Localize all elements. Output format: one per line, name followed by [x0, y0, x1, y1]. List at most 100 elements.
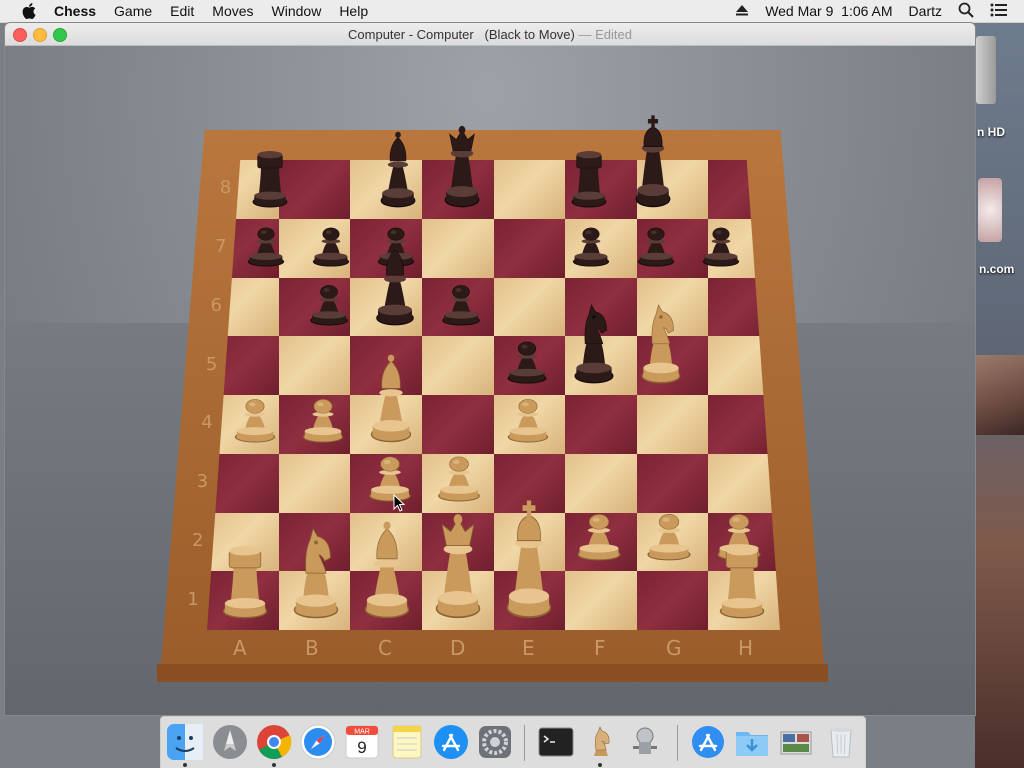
- window-title: Computer - Computer (Black to Move) — Ed…: [5, 27, 975, 42]
- screenshot-stack-icon[interactable]: [777, 723, 815, 761]
- white-queen-d1[interactable]: [429, 511, 487, 619]
- spotlight-icon[interactable]: [958, 2, 974, 21]
- menu-moves[interactable]: Moves: [212, 3, 253, 19]
- black-pawn-d6[interactable]: [436, 268, 485, 326]
- board-rim: [157, 664, 828, 682]
- file-label-d: D: [450, 636, 466, 660]
- system-preferences-icon[interactable]: [476, 723, 514, 761]
- menu-help[interactable]: Help: [339, 3, 368, 19]
- chess-app-icon[interactable]: [581, 723, 619, 761]
- board-rank-row: [207, 160, 780, 219]
- file-label-f: F: [594, 636, 606, 660]
- black-pawn-b7[interactable]: [308, 212, 355, 267]
- black-pawn-a7[interactable]: [243, 212, 290, 267]
- board-rank-row: [207, 336, 780, 395]
- black-bishop-c8[interactable]: [375, 131, 420, 208]
- white-pawn-b4[interactable]: [297, 382, 349, 443]
- black-pawn-h7[interactable]: [697, 212, 744, 267]
- notification-center-icon[interactable]: [990, 3, 1008, 20]
- white-king-e1[interactable]: [500, 500, 558, 620]
- menu-edit[interactable]: Edit: [170, 3, 194, 19]
- desktop-label-com: n.com: [979, 262, 1015, 276]
- white-knight-b1[interactable]: [287, 525, 345, 620]
- window-titlebar[interactable]: Computer - Computer (Black to Move) — Ed…: [5, 23, 975, 46]
- white-rook-h1[interactable]: [714, 538, 772, 619]
- app-store-icon[interactable]: [432, 723, 470, 761]
- square-g1[interactable]: [636, 571, 709, 630]
- file-label-g: G: [666, 636, 682, 660]
- rank-label-3: 3: [196, 471, 209, 493]
- rank-label-2: 2: [191, 529, 204, 551]
- terminal-icon[interactable]: [537, 723, 575, 761]
- menu-window[interactable]: Window: [272, 3, 322, 19]
- black-rook-a8[interactable]: [247, 145, 292, 209]
- dock: MAR 9: [160, 716, 866, 768]
- finder-icon[interactable]: [166, 723, 204, 761]
- chrome-icon[interactable]: [255, 723, 293, 761]
- menu-user[interactable]: Dartz: [909, 3, 942, 19]
- svg-text:MAR: MAR: [354, 729, 370, 736]
- white-bishop-c1[interactable]: [358, 521, 416, 619]
- desktop-label-hd: n HD: [977, 125, 1005, 139]
- menu-game[interactable]: Game: [114, 3, 152, 19]
- black-pawn-e5[interactable]: [502, 325, 552, 384]
- black-bishop-c6[interactable]: [370, 243, 419, 326]
- black-rook-f8[interactable]: [567, 145, 612, 209]
- square-e7[interactable]: [493, 218, 566, 278]
- window-edited-indicator: — Edited: [574, 27, 632, 42]
- trash-icon[interactable]: [822, 723, 860, 761]
- eject-icon[interactable]: [735, 3, 749, 19]
- safari-icon[interactable]: [299, 723, 337, 761]
- menu-bar: Chess Game Edit Moves Window Help Wed Ma…: [0, 0, 1024, 23]
- square-e8[interactable]: [493, 160, 566, 219]
- black-king-g8[interactable]: [631, 115, 676, 208]
- white-knight-g5[interactable]: [636, 301, 686, 384]
- file-label-h: H: [738, 636, 754, 660]
- downloads-folder-icon[interactable]: [733, 723, 771, 761]
- menu-clock[interactable]: Wed Mar 9 1:06 AM: [765, 3, 892, 19]
- desktop-wallpaper-mountain: [976, 355, 1024, 435]
- black-pawn-f7[interactable]: [567, 212, 614, 267]
- white-pawn-c3[interactable]: [363, 438, 417, 502]
- rank-label-6: 6: [210, 294, 222, 316]
- running-indicator: [598, 763, 602, 767]
- applications-folder-icon[interactable]: [689, 723, 727, 761]
- white-bishop-c4[interactable]: [365, 354, 417, 443]
- board-rank-row: [207, 277, 780, 337]
- white-pawn-e4[interactable]: [501, 382, 553, 443]
- file-label-e: E: [522, 636, 535, 660]
- black-pawn-b6[interactable]: [304, 268, 353, 326]
- white-pawn-g2[interactable]: [641, 495, 697, 561]
- mouse-cursor-icon: [393, 493, 406, 517]
- launchpad-icon[interactable]: [211, 723, 249, 761]
- rank-label-5: 5: [205, 353, 218, 375]
- rank-label-4: 4: [201, 412, 213, 434]
- svg-text:9: 9: [357, 738, 366, 757]
- white-pawn-a4[interactable]: [229, 382, 281, 443]
- rank-label-1: 1: [187, 588, 199, 610]
- white-pawn-f2[interactable]: [571, 495, 627, 561]
- square-d5[interactable]: [421, 336, 494, 395]
- square-g4[interactable]: [636, 395, 709, 454]
- black-pawn-g7[interactable]: [632, 212, 679, 267]
- black-knight-f5[interactable]: [569, 301, 619, 384]
- rank-label-8: 8: [219, 177, 232, 199]
- file-label-b: B: [305, 636, 319, 660]
- hard-disk-icon[interactable]: [976, 36, 996, 104]
- square-b3[interactable]: [278, 453, 351, 513]
- square-f1[interactable]: [565, 571, 637, 630]
- square-f4[interactable]: [565, 395, 637, 454]
- file-label-a: A: [233, 636, 247, 660]
- white-rook-a1[interactable]: [216, 538, 274, 619]
- black-queen-d8[interactable]: [439, 123, 484, 208]
- running-indicator: [272, 763, 276, 767]
- menu-app-name[interactable]: Chess: [54, 3, 96, 19]
- white-pawn-d3[interactable]: [432, 438, 486, 502]
- calendar-icon[interactable]: MAR 9: [343, 723, 381, 761]
- dock-separator: [524, 725, 525, 761]
- apple-icon[interactable]: [20, 2, 38, 20]
- board-rank-row: [207, 395, 780, 454]
- desktop-file-icon[interactable]: [978, 178, 1002, 242]
- automator-icon[interactable]: [626, 723, 664, 761]
- notes-icon[interactable]: [388, 723, 426, 761]
